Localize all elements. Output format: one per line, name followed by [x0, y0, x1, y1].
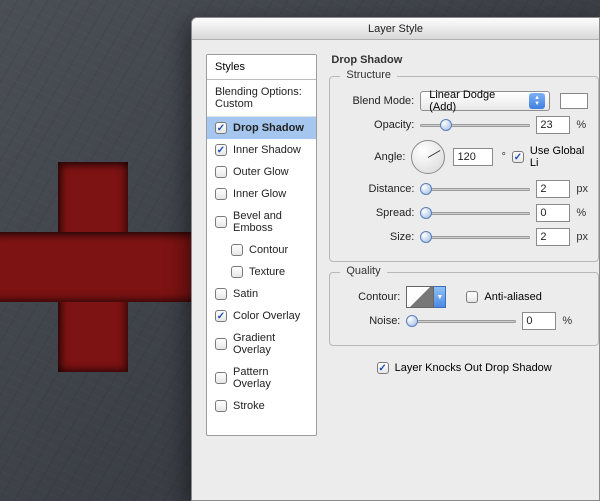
antialiased-label: Anti-aliased	[484, 291, 541, 303]
contour-dropdown-button[interactable]	[434, 286, 446, 308]
noise-input[interactable]: 0	[522, 312, 556, 330]
style-label: Color Overlay	[233, 310, 300, 322]
angle-label: Angle:	[340, 151, 405, 163]
distance-slider[interactable]	[420, 182, 530, 196]
contour-swatch[interactable]	[406, 286, 434, 308]
style-label: Pattern Overlay	[233, 366, 308, 390]
select-arrows-icon	[529, 93, 545, 109]
style-label: Contour	[249, 244, 288, 256]
style-label: Texture	[249, 266, 285, 278]
style-item-contour[interactable]: Contour	[207, 239, 316, 261]
structure-group: Structure Blend Mode: Linear Dodge (Add)…	[329, 76, 599, 262]
size-label: Size:	[340, 231, 414, 243]
structure-legend: Structure	[340, 69, 397, 81]
style-label: Stroke	[233, 400, 265, 412]
style-item-texture[interactable]: Texture	[207, 261, 316, 283]
spread-unit: %	[576, 207, 586, 219]
distance-input[interactable]: 2	[536, 180, 570, 198]
red-cross-graphic	[0, 162, 198, 372]
opacity-input[interactable]: 23	[536, 116, 570, 134]
style-checkbox[interactable]	[215, 288, 227, 300]
distance-label: Distance:	[340, 183, 414, 195]
contour-label: Contour:	[340, 291, 400, 303]
style-label: Outer Glow	[233, 166, 289, 178]
style-checkbox[interactable]	[231, 244, 243, 256]
style-label: Inner Shadow	[233, 144, 301, 156]
opacity-label: Opacity:	[340, 119, 414, 131]
style-item-drop-shadow[interactable]: Drop Shadow	[207, 117, 316, 139]
spread-label: Spread:	[340, 207, 414, 219]
window-title: Layer Style	[192, 18, 599, 40]
layer-style-window: Layer Style Styles Blending Options: Cus…	[191, 17, 600, 501]
quality-group: Quality Contour: Anti-aliased Noise: 0 %	[329, 272, 599, 346]
style-checkbox[interactable]	[215, 122, 227, 134]
style-item-pattern-overlay[interactable]: Pattern Overlay	[207, 361, 316, 395]
style-checkbox[interactable]	[215, 144, 227, 156]
opacity-unit: %	[576, 119, 586, 131]
quality-legend: Quality	[340, 265, 386, 277]
angle-input[interactable]: 120	[453, 148, 493, 166]
panel-title-box: Drop Shadow	[329, 54, 599, 66]
styles-list: Styles Blending Options: Custom Drop Sha…	[206, 54, 317, 436]
style-item-satin[interactable]: Satin	[207, 283, 316, 305]
style-checkbox[interactable]	[215, 188, 227, 200]
antialiased-checkbox[interactable]	[466, 291, 478, 303]
spread-slider[interactable]	[420, 206, 530, 220]
panel-title: Drop Shadow	[331, 54, 402, 66]
distance-unit: px	[576, 183, 588, 195]
style-label: Bevel and Emboss	[233, 210, 308, 234]
style-checkbox[interactable]	[215, 338, 227, 350]
drop-shadow-panel: Drop Shadow Structure Blend Mode: Linear…	[329, 54, 599, 500]
style-item-color-overlay[interactable]: Color Overlay	[207, 305, 316, 327]
style-item-gradient-overlay[interactable]: Gradient Overlay	[207, 327, 316, 361]
style-label: Satin	[233, 288, 258, 300]
noise-label: Noise:	[340, 315, 400, 327]
size-unit: px	[576, 231, 588, 243]
style-item-inner-shadow[interactable]: Inner Shadow	[207, 139, 316, 161]
style-label: Drop Shadow	[233, 122, 304, 134]
use-global-light-checkbox[interactable]	[512, 151, 524, 163]
knocks-out-checkbox[interactable]	[377, 362, 389, 374]
noise-slider[interactable]	[406, 314, 516, 328]
noise-unit: %	[562, 315, 572, 327]
style-checkbox[interactable]	[215, 216, 227, 228]
style-label: Gradient Overlay	[233, 332, 308, 356]
knocks-out-label: Layer Knocks Out Drop Shadow	[395, 362, 552, 374]
styles-header[interactable]: Styles	[207, 55, 316, 80]
blend-mode-label: Blend Mode:	[340, 95, 414, 107]
style-checkbox[interactable]	[215, 400, 227, 412]
style-item-stroke[interactable]: Stroke	[207, 395, 316, 417]
style-checkbox[interactable]	[231, 266, 243, 278]
shadow-color-swatch[interactable]	[560, 93, 588, 109]
style-checkbox[interactable]	[215, 372, 227, 384]
blend-mode-value: Linear Dodge (Add)	[429, 89, 525, 113]
style-item-bevel-and-emboss[interactable]: Bevel and Emboss	[207, 205, 316, 239]
blending-options-item[interactable]: Blending Options: Custom	[207, 80, 316, 117]
blend-mode-select[interactable]: Linear Dodge (Add)	[420, 91, 550, 111]
style-label: Inner Glow	[233, 188, 286, 200]
opacity-slider[interactable]	[420, 118, 530, 132]
style-checkbox[interactable]	[215, 166, 227, 178]
style-item-inner-glow[interactable]: Inner Glow	[207, 183, 316, 205]
style-checkbox[interactable]	[215, 310, 227, 322]
use-global-light-label: Use Global Li	[530, 145, 588, 169]
size-slider[interactable]	[420, 230, 530, 244]
angle-unit: °	[501, 151, 505, 163]
size-input[interactable]: 2	[536, 228, 570, 246]
angle-dial[interactable]	[411, 140, 445, 174]
spread-input[interactable]: 0	[536, 204, 570, 222]
style-item-outer-glow[interactable]: Outer Glow	[207, 161, 316, 183]
